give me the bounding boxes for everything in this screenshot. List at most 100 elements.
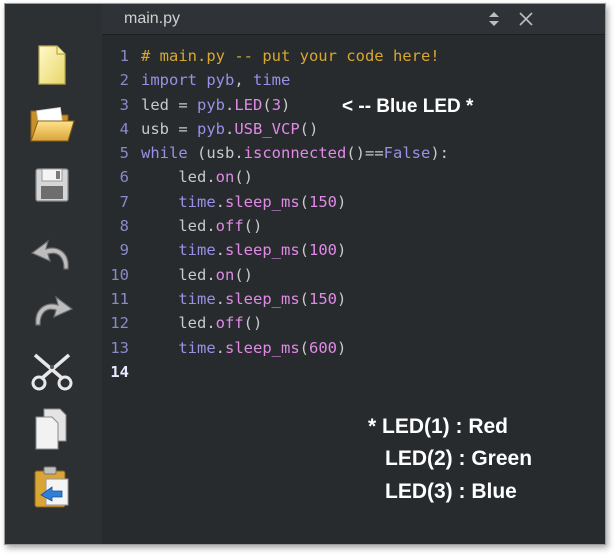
scissors-icon [31, 353, 73, 391]
code-token: ) [337, 289, 347, 308]
editor-window: main.py 1 # main.py -- put your code here… [4, 3, 606, 545]
cut-button[interactable] [25, 346, 79, 396]
code-token: . [225, 95, 235, 114]
redo-icon [35, 295, 74, 326]
line-number: 14 [110, 362, 129, 381]
code-token: ) [337, 338, 347, 357]
line-text: led.on() [141, 165, 253, 189]
code-token: LED [234, 95, 263, 114]
code-token: led = [141, 95, 197, 114]
tab-switch-button[interactable] [482, 6, 506, 32]
new-file-button[interactable] [25, 40, 79, 90]
code-token: ()== [346, 144, 384, 163]
line-number: 7 [119, 192, 129, 211]
code-token: import [141, 71, 207, 90]
code-token: () [299, 119, 319, 138]
code-token: time [253, 71, 291, 90]
code-token: . [215, 289, 225, 308]
tab-bar: main.py [102, 4, 605, 35]
code-token: sleep_ms [225, 241, 300, 260]
code-token: . [215, 241, 225, 260]
line-number: 1 [119, 47, 129, 65]
code-token: . [215, 192, 225, 211]
line-number: 13 [110, 338, 129, 357]
code-token: isconnected [243, 144, 347, 163]
undo-button[interactable] [25, 230, 79, 280]
code-line[interactable]: 8 led.off() [102, 214, 605, 238]
line-number: 2 [119, 71, 129, 90]
code-token: usb = [141, 119, 197, 138]
code-token: ( [299, 241, 309, 260]
code-token: on [215, 168, 235, 187]
save-button[interactable] [25, 160, 79, 210]
code-token: . [225, 119, 235, 138]
code-token: () [234, 265, 253, 284]
code-token: pyb [206, 71, 235, 90]
code-token: , [234, 71, 253, 90]
code-token: sleep_ms [225, 192, 300, 211]
code-line[interactable]: 9 time.sleep_ms(100) [102, 238, 605, 262]
code-token: ( [299, 338, 309, 357]
code-token: # main.py -- put your code here! [141, 47, 440, 65]
line-number: 5 [119, 144, 129, 163]
code-token: ( [299, 289, 309, 308]
code-token: ( [299, 192, 309, 211]
code-token: on [215, 265, 235, 284]
code-token: while [141, 144, 197, 163]
code-token: 3 [271, 95, 282, 114]
line-text: while (usb.isconnected()==False): [141, 141, 449, 165]
code-line[interactable]: 4 usb = pyb.USB_VCP() [102, 117, 605, 141]
code-line[interactable]: 11 time.sleep_ms(150) [102, 287, 605, 311]
code-token: sleep_ms [225, 338, 300, 357]
copy-icon [35, 408, 67, 450]
line-text: # main.py -- put your code here! [141, 44, 440, 68]
code-line[interactable]: 10 led.on() [102, 263, 605, 287]
line-text: time.sleep_ms(150) [141, 190, 346, 214]
line-number: 3 [119, 95, 129, 114]
line-number: 4 [119, 119, 129, 138]
line-text: time.sleep_ms(100) [141, 238, 346, 262]
code-token: ) [337, 192, 347, 211]
code-line[interactable]: 5 while (usb.isconnected()==False): [102, 141, 605, 165]
close-tab-button[interactable] [514, 6, 538, 32]
code-token: () [234, 168, 253, 187]
paste-icon [34, 466, 69, 508]
redo-button[interactable] [25, 286, 79, 336]
code-token: off [215, 217, 244, 236]
code-token: (usb. [197, 144, 244, 163]
code-token: USB_VCP [234, 119, 300, 138]
code-token: . [215, 338, 225, 357]
line-text: led = pyb.LED(3) [141, 93, 290, 117]
code-line[interactable]: 13 time.sleep_ms(600) [102, 336, 605, 360]
code-line[interactable]: 6 led.on() [102, 165, 605, 189]
line-text: import pyb, time [141, 68, 290, 92]
line-number: 11 [110, 289, 129, 308]
tab-title[interactable]: main.py [124, 10, 180, 28]
close-icon [519, 12, 533, 26]
code-token: time [178, 241, 216, 260]
code-token: pyb [197, 95, 225, 114]
blue-led-annotation: < -- Blue LED * [342, 96, 474, 117]
line-number: 8 [119, 217, 129, 236]
undo-icon [30, 239, 69, 270]
open-folder-button[interactable] [25, 100, 79, 150]
code-line[interactable]: 7 time.sleep_ms(150) [102, 190, 605, 214]
code-token: off [215, 314, 244, 333]
code-token: () [243, 314, 263, 333]
code-editor[interactable]: main.py 1 # main.py -- put your code here… [102, 4, 605, 544]
code-token: pyb [197, 119, 225, 138]
line-text: led.off() [141, 311, 262, 335]
code-token: led. [141, 217, 216, 236]
code-line[interactable]: 12 led.off() [102, 311, 605, 335]
code-line[interactable]: 1 # main.py -- put your code here! [102, 44, 605, 68]
up-down-arrows-icon [489, 12, 499, 26]
paste-button[interactable] [25, 462, 79, 512]
code-line[interactable]: 2 import pyb, time [102, 68, 605, 92]
code-line[interactable]: 14 [102, 360, 605, 384]
line-number: 12 [110, 314, 129, 333]
copy-button[interactable] [25, 404, 79, 454]
